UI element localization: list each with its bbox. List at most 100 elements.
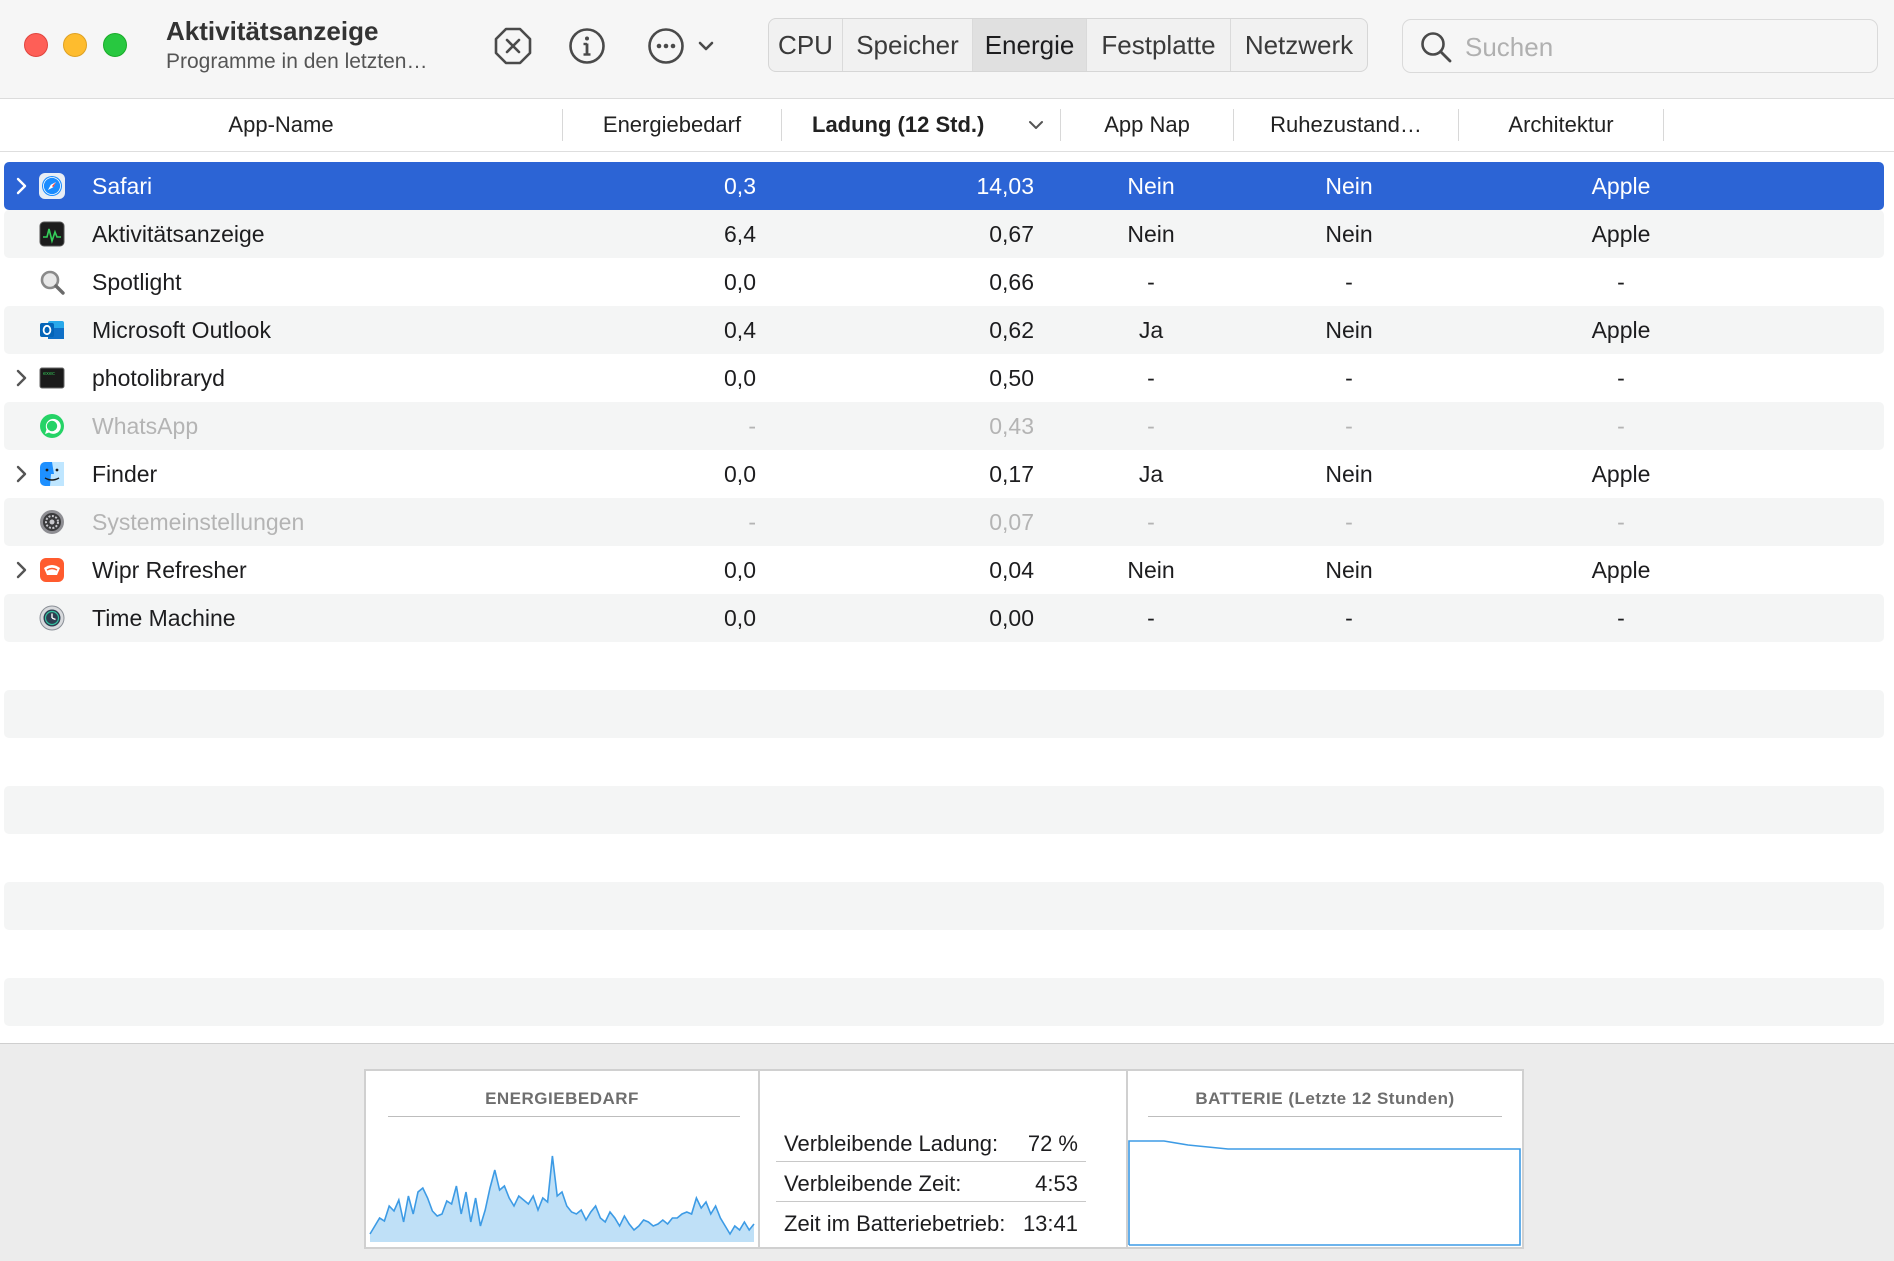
battery-graph	[1128, 1140, 1521, 1246]
column-header-bar: App-Name Energiebedarf Ladung (12 Std.) …	[0, 99, 1894, 152]
activity-monitor-icon	[38, 220, 66, 248]
cell-app-nap: -	[1147, 365, 1155, 391]
table-row[interactable]: exec photolibraryd 0,0 0,50 - - -	[4, 354, 1884, 402]
tab-festplatte[interactable]: Festplatte	[1087, 19, 1231, 71]
cell-charge: 0,07	[989, 509, 1034, 535]
cell-charge: 0,04	[989, 557, 1034, 583]
cell-app-name: Finder	[92, 461, 158, 487]
cell-architecture: -	[1617, 509, 1625, 535]
column-app-nap[interactable]: App Nap	[1061, 99, 1233, 151]
cell-app-nap: Nein	[1127, 221, 1175, 247]
stat-label: Verbleibende Ladung:	[784, 1131, 999, 1156]
stat-value: 4:53	[1035, 1171, 1078, 1196]
panel-divider	[758, 1071, 760, 1247]
disclosure-chevron-icon[interactable]	[12, 367, 32, 389]
empty-row	[4, 978, 1884, 1026]
bottom-info-area: ENERGIEBEDARF Verbleibende Ladung: 72 % …	[0, 1043, 1894, 1261]
tab-speicher[interactable]: Speicher	[843, 19, 973, 71]
disclosure-chevron-icon[interactable]	[12, 463, 32, 485]
cell-energy-demand: 0,0	[724, 557, 756, 583]
info-button[interactable]	[567, 26, 607, 66]
cell-app-name: Aktivitätsanzeige	[92, 221, 265, 247]
table-row[interactable]: Finder 0,0 0,17 Ja Nein Apple	[4, 450, 1884, 498]
cell-charge: 0,67	[989, 221, 1034, 247]
disclosure-chevron-icon[interactable]	[12, 559, 32, 581]
cell-app-name: Microsoft Outlook	[92, 317, 271, 343]
wipr-icon	[38, 556, 66, 584]
cell-architecture: Apple	[1591, 221, 1651, 247]
window-subtitle[interactable]: Programme in den letzten…	[166, 50, 427, 74]
cell-app-name: Systemeinstellungen	[92, 509, 305, 535]
table-row[interactable]: Wipr Refresher 0,0 0,04 Nein Nein Apple	[4, 546, 1884, 594]
cell-architecture: Apple	[1591, 461, 1651, 487]
stop-process-button[interactable]	[493, 26, 533, 66]
cell-sleep-prevention: -	[1345, 509, 1353, 535]
stat-label: Zeit im Batteriebetrieb:	[784, 1211, 1006, 1236]
cell-architecture: Apple	[1591, 173, 1651, 199]
finder-icon	[38, 460, 66, 488]
energy-demand-graph	[369, 1155, 755, 1242]
table-row[interactable]: Microsoft Outlook 0,4 0,62 Ja Nein Apple	[4, 306, 1884, 354]
search-field[interactable]	[1402, 19, 1878, 73]
close-window-button[interactable]	[24, 33, 48, 57]
column-app-name[interactable]: App-Name	[0, 99, 562, 151]
cell-energy-demand: 0,3	[724, 173, 756, 199]
minimize-window-button[interactable]	[63, 33, 87, 57]
cell-charge: 0,43	[989, 413, 1034, 439]
cell-architecture: -	[1617, 269, 1625, 295]
toolbar: Aktivitätsanzeige Programme in den letzt…	[0, 0, 1894, 99]
cell-app-name: WhatsApp	[92, 413, 199, 439]
column-energy-demand[interactable]: Energiebedarf	[563, 99, 781, 151]
cell-app-nap: Nein	[1127, 557, 1175, 583]
empty-row	[4, 882, 1884, 930]
cell-sleep-prevention: Nein	[1325, 557, 1373, 583]
window-title: Aktivitätsanzeige	[166, 16, 379, 46]
cell-energy-demand: -	[748, 413, 756, 439]
more-options-button[interactable]	[646, 26, 716, 66]
sort-descending-icon[interactable]	[1026, 115, 1046, 135]
cell-sleep-prevention: Nein	[1325, 221, 1373, 247]
cell-app-name: Wipr Refresher	[92, 557, 247, 583]
cell-charge: 0,00	[989, 605, 1034, 631]
search-icon	[1421, 32, 1452, 63]
cell-energy-demand: 0,0	[724, 365, 756, 391]
cell-sleep-prevention: Nein	[1325, 317, 1373, 343]
terminal-exec-icon: exec	[38, 364, 66, 392]
column-sleep-prevention[interactable]: Ruhezustand…	[1234, 99, 1458, 151]
cell-architecture: -	[1617, 413, 1625, 439]
whatsapp-icon	[38, 412, 66, 440]
zoom-window-button[interactable]	[103, 33, 127, 57]
cell-charge: 14,03	[976, 173, 1034, 199]
cell-charge: 0,17	[989, 461, 1034, 487]
divider	[388, 1116, 740, 1117]
stat-remaining-time: Verbleibende Zeit: 4:53	[776, 1163, 1086, 1203]
cell-sleep-prevention: -	[1345, 413, 1353, 439]
stat-time-on-battery: Zeit im Batteriebetrieb: 13:41	[776, 1203, 1086, 1243]
table-row[interactable]: WhatsApp - 0,43 - - -	[4, 402, 1884, 450]
table-row[interactable]: Safari 0,3 14,03 Nein Nein Apple	[4, 162, 1884, 210]
column-charge[interactable]: Ladung (12 Std.)	[782, 99, 1026, 151]
cell-app-nap: -	[1147, 413, 1155, 439]
tab-cpu[interactable]: CPU	[769, 19, 843, 71]
cell-app-name: Spotlight	[92, 269, 182, 295]
cell-energy-demand: -	[748, 509, 756, 535]
column-architecture[interactable]: Architektur	[1459, 99, 1663, 151]
cell-app-name: photolibraryd	[92, 365, 225, 391]
tab-netzwerk[interactable]: Netzwerk	[1231, 19, 1367, 71]
divider	[776, 1161, 1086, 1162]
table-row[interactable]: Spotlight 0,0 0,66 - - -	[4, 258, 1884, 306]
column-divider[interactable]	[1663, 109, 1664, 141]
cell-charge: 0,62	[989, 317, 1034, 343]
cell-app-nap: -	[1147, 509, 1155, 535]
cell-app-nap: Ja	[1138, 317, 1164, 343]
disclosure-chevron-icon[interactable]	[12, 175, 32, 197]
cell-energy-demand: 0,0	[724, 269, 756, 295]
cell-app-nap: -	[1147, 605, 1155, 631]
table-row[interactable]: Aktivitätsanzeige 6,4 0,67 Nein Nein Apple	[4, 210, 1884, 258]
divider	[776, 1201, 1086, 1202]
cell-architecture: Apple	[1591, 557, 1651, 583]
table-row[interactable]: Time Machine 0,0 0,00 - - -	[4, 594, 1884, 642]
table-row[interactable]: Systemeinstellungen - 0,07 - - -	[4, 498, 1884, 546]
tab-energie[interactable]: Energie	[973, 19, 1087, 71]
search-input[interactable]	[1463, 28, 1867, 66]
